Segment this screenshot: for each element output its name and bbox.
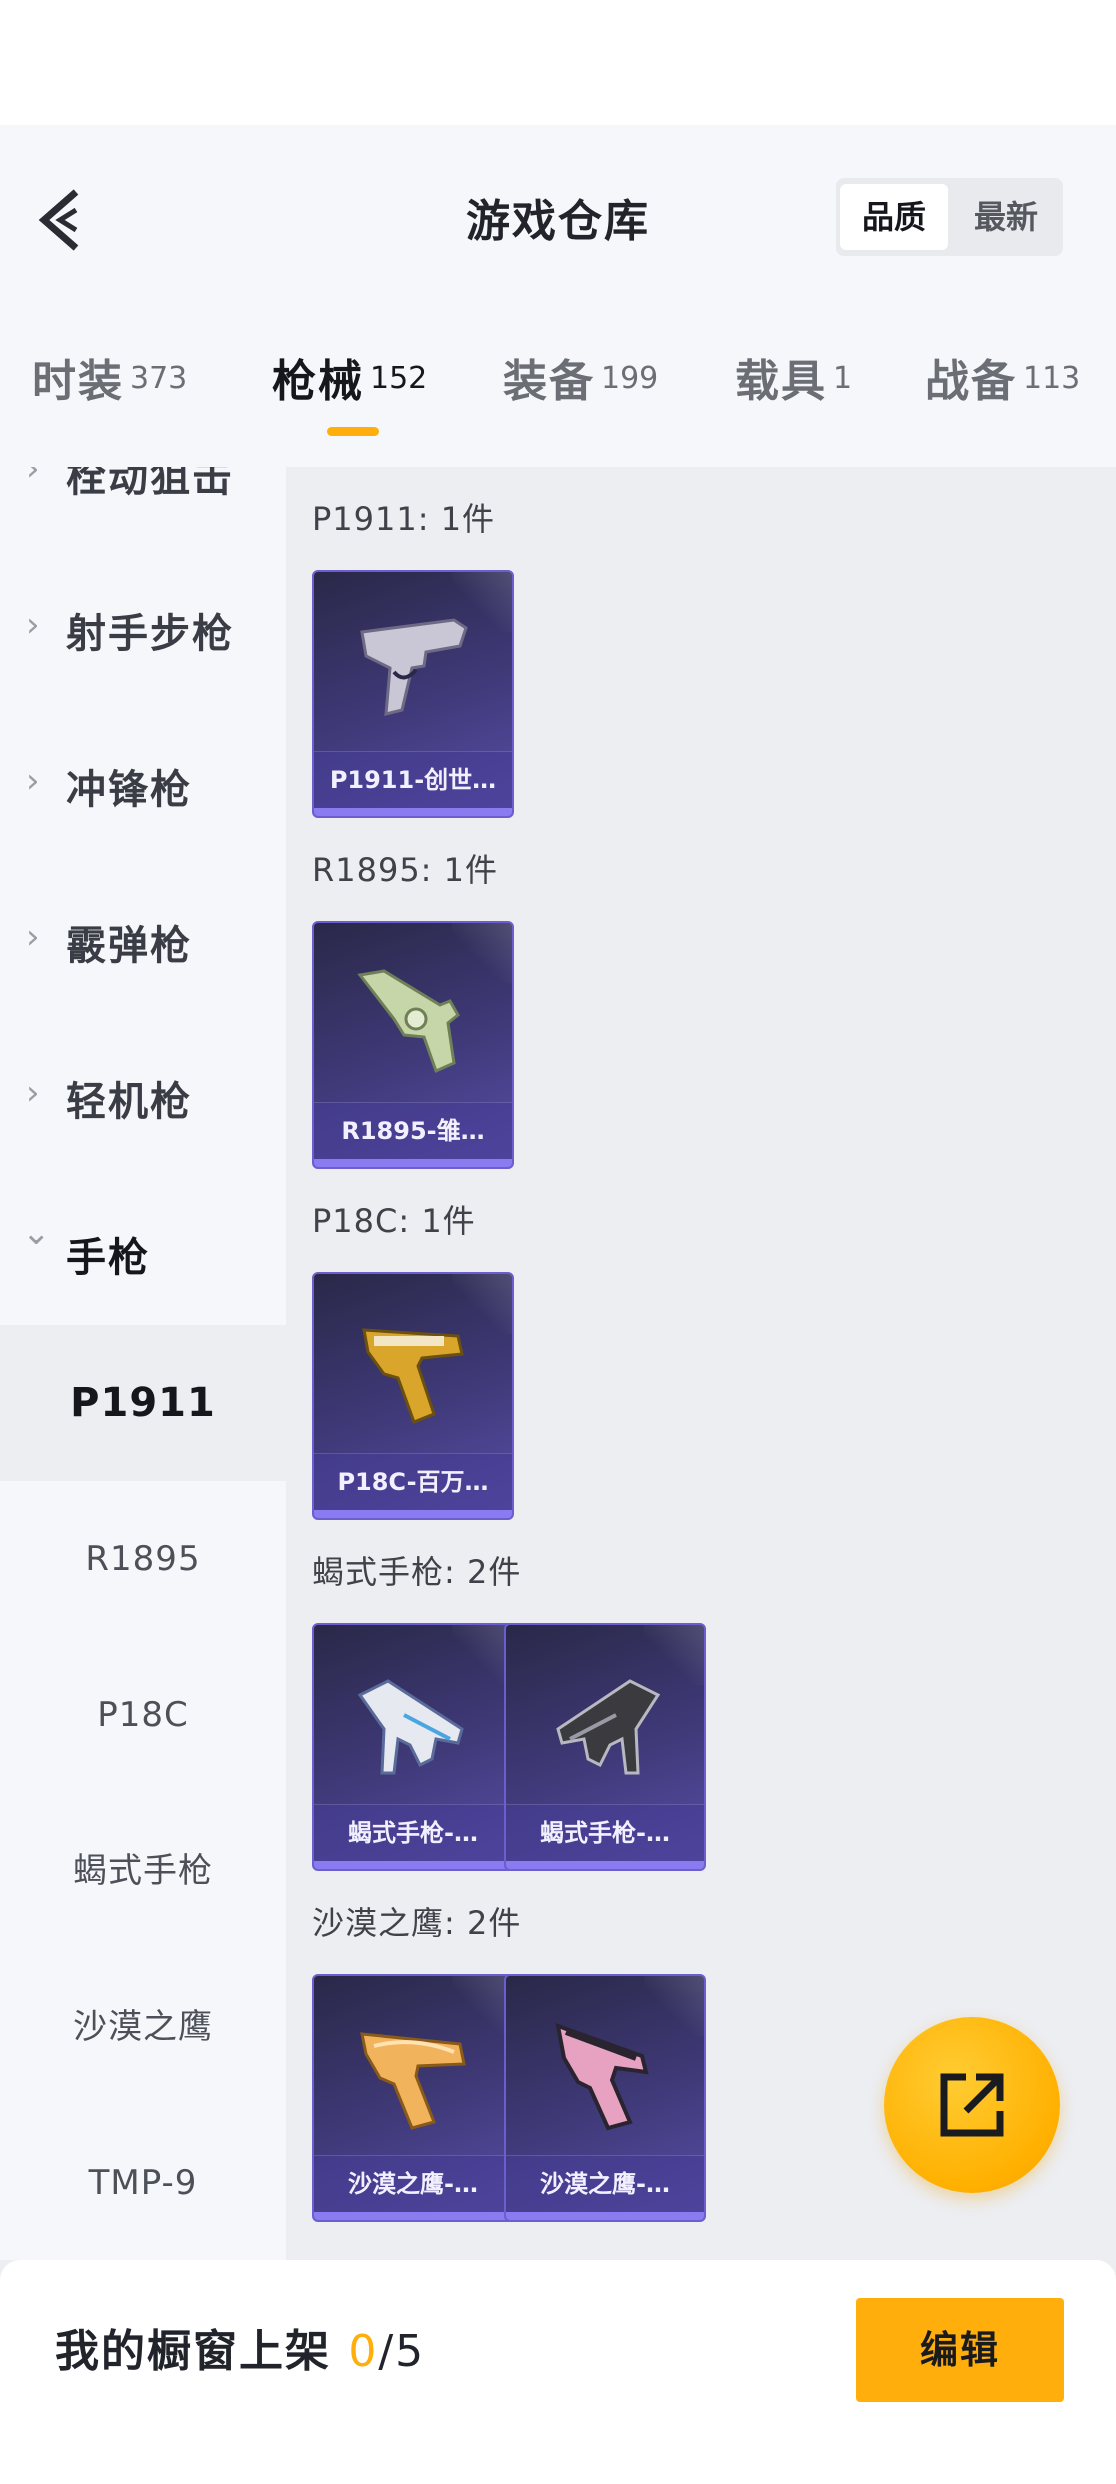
quality-bar <box>314 808 512 816</box>
chevron-right-icon: › <box>26 761 40 801</box>
tab-label: 枪械 <box>272 356 364 407</box>
sort-toggle: 品质 最新 <box>836 178 1063 256</box>
share-external-icon <box>940 2073 1004 2137</box>
sidebar-item-smg[interactable]: › 冲锋枪 <box>0 701 286 857</box>
group-title: R1895: 1件 <box>312 851 498 889</box>
group-title: 沙漠之鹰: 2件 <box>312 1904 522 1942</box>
sidebar-subitem-label: R1895 <box>85 1539 201 1579</box>
tab-label: 战备 <box>925 356 1017 407</box>
smg-black-icon <box>556 1679 661 1775</box>
quality-bar <box>506 1861 704 1869</box>
tab-count: 1 <box>833 361 853 396</box>
chevron-right-icon: › <box>26 1073 40 1113</box>
item-card[interactable]: 沙漠之鹰-… <box>504 1974 706 2222</box>
deagle-orange-icon <box>360 2032 466 2130</box>
tab-count: 373 <box>130 361 188 396</box>
sidebar-item-label: 轻机枪 <box>66 1079 192 1125</box>
share-button[interactable] <box>884 2017 1060 2193</box>
item-name: 沙漠之鹰-… <box>314 2155 512 2212</box>
active-tab-indicator <box>327 427 379 436</box>
group-title: 蝎式手枪: 2件 <box>312 1553 522 1591</box>
showcase-total: /5 <box>378 2326 426 2377</box>
item-name: 沙漠之鹰-… <box>506 2155 704 2212</box>
tab-gear[interactable]: 战备 113 <box>925 345 1080 415</box>
revolver-green-icon <box>357 969 460 1074</box>
showcase-count: 0 <box>348 2326 379 2377</box>
sidebar-item-label: 霰弹枪 <box>66 923 192 969</box>
sort-quality-button[interactable]: 品质 <box>840 184 948 250</box>
item-card[interactable]: 蝎式手枪-… <box>504 1623 706 1871</box>
tab-count: 152 <box>370 361 428 396</box>
item-card[interactable]: P18C-百万… <box>312 1272 514 1520</box>
edit-button[interactable]: 编辑 <box>856 2298 1064 2402</box>
pistol-gold-icon <box>362 1328 464 1424</box>
sidebar-subitem-r1895[interactable]: R1895 <box>0 1481 286 1637</box>
header <box>0 125 1116 467</box>
sidebar-subitem-label: P18C <box>97 1695 189 1735</box>
tab-firearms[interactable]: 枪械 152 <box>272 345 427 415</box>
chevron-right-icon: › <box>26 467 40 489</box>
footer: 我的橱窗上架 0/5 编辑 <box>0 2260 1116 2484</box>
sidebar-item-label: 栓动狙击 <box>66 467 234 501</box>
item-name: 蝎式手枪-… <box>314 1804 512 1861</box>
tab-label: 装备 <box>503 356 595 407</box>
sidebar-item-label: 射手步枪 <box>66 611 234 657</box>
quality-bar <box>314 1510 512 1518</box>
status-bar <box>0 0 1116 125</box>
category-sidebar[interactable]: › 栓动狙击 › 射手步枪 › 冲锋枪 › 霰弹枪 › 轻机枪 ⌄ 手枪 P19… <box>0 467 286 2260</box>
smg-white-icon <box>357 1679 464 1775</box>
item-name: P1911-创世… <box>314 751 512 808</box>
sidebar-item-label: 冲锋枪 <box>66 767 192 813</box>
tab-count: 113 <box>1023 361 1081 396</box>
showcase-label: 我的橱窗上架 <box>55 2326 331 2377</box>
group-title: P1911: 1件 <box>312 500 496 538</box>
sidebar-item-bolt-sniper[interactable]: › 栓动狙击 <box>0 467 286 545</box>
sidebar-subitem-label: 蝎式手枪 <box>73 1851 213 1891</box>
sidebar-subitem-label: 沙漠之鹰 <box>73 2007 213 2047</box>
tab-count: 199 <box>601 361 659 396</box>
chevron-down-icon: ⌄ <box>22 1213 51 1253</box>
chevron-right-icon: › <box>26 917 40 957</box>
item-name: R1895-雏… <box>314 1102 512 1159</box>
sidebar-subitem-tmp9[interactable]: TMP-9 <box>0 2105 286 2260</box>
item-card[interactable]: 蝎式手枪-… <box>312 1623 514 1871</box>
deagle-pink-icon <box>555 2022 649 2131</box>
tab-equipment[interactable]: 装备 199 <box>503 345 658 415</box>
item-card[interactable]: R1895-雏… <box>312 921 514 1169</box>
group-title: P18C: 1件 <box>312 1202 476 1240</box>
sidebar-subitem-label: P1911 <box>70 1380 216 1426</box>
sidebar-subitem-scorpion[interactable]: 蝎式手枪 <box>0 1793 286 1949</box>
sidebar-item-marksman-rifle[interactable]: › 射手步枪 <box>0 545 286 701</box>
quality-bar <box>506 2212 704 2220</box>
sidebar-subitem-p18c[interactable]: P18C <box>0 1637 286 1793</box>
sidebar-item-lmg[interactable]: › 轻机枪 <box>0 1013 286 1169</box>
sidebar-subitem-p1911[interactable]: P1911 <box>0 1325 286 1481</box>
item-name: 蝎式手枪-… <box>506 1804 704 1861</box>
item-name: P18C-百万… <box>314 1453 512 1510</box>
quality-bar <box>314 2212 512 2220</box>
item-card[interactable]: P1911-创世… <box>312 570 514 818</box>
chevron-right-icon: › <box>26 605 40 645</box>
quality-bar <box>314 1159 512 1167</box>
tab-label: 时装 <box>32 356 124 407</box>
tab-label: 载具 <box>735 356 827 407</box>
sidebar-item-label: 手枪 <box>66 1235 150 1281</box>
sidebar-item-shotgun[interactable]: › 霰弹枪 <box>0 857 286 1013</box>
tab-vehicles[interactable]: 载具 1 <box>735 345 852 415</box>
item-list[interactable]: P1911: 1件 P1911-创世… R1895: 1件 R1895-雏… P… <box>286 467 1116 2260</box>
showcase-status: 我的橱窗上架 0/5 <box>55 2315 425 2379</box>
item-card[interactable]: 沙漠之鹰-… <box>312 1974 514 2222</box>
sort-newest-button[interactable]: 最新 <box>952 184 1060 250</box>
pistol-silver-icon <box>360 618 468 716</box>
sidebar-item-pistol[interactable]: ⌄ 手枪 <box>0 1169 286 1325</box>
sidebar-subitem-label: TMP-9 <box>88 2163 198 2203</box>
tab-fashion[interactable]: 时装 373 <box>32 345 187 415</box>
quality-bar <box>314 1861 512 1869</box>
sidebar-subitem-desert-eagle[interactable]: 沙漠之鹰 <box>0 1949 286 2105</box>
